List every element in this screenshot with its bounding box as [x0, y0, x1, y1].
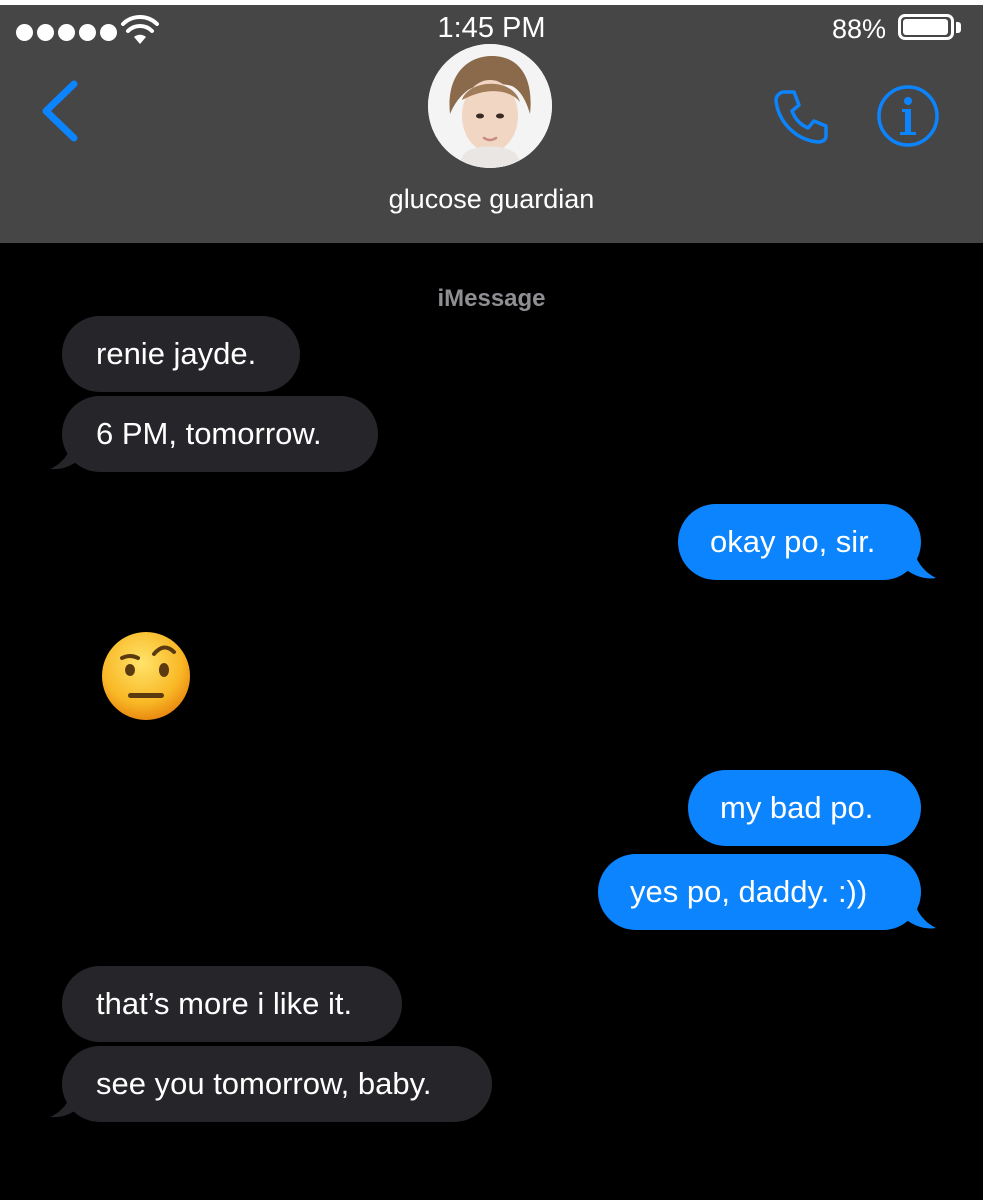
outgoing-message[interactable]: yes po, daddy. :)) — [598, 854, 921, 930]
back-chevron-icon[interactable] — [38, 80, 82, 142]
contact-avatar[interactable] — [428, 44, 552, 168]
incoming-message[interactable]: see you tomorrow, baby. — [62, 1046, 492, 1122]
outgoing-message[interactable]: my bad po. — [688, 770, 921, 846]
service-label: iMessage — [437, 285, 546, 312]
face-with-raised-eyebrow-icon[interactable] — [100, 630, 192, 722]
contact-name[interactable]: glucose guardian — [0, 184, 983, 215]
incoming-message[interactable]: that’s more i like it. — [62, 966, 402, 1042]
incoming-message[interactable]: 6 PM, tomorrow. — [62, 396, 378, 472]
incoming-message[interactable]: renie jayde. — [62, 316, 300, 392]
battery-percent: 88% — [832, 14, 887, 44]
info-icon[interactable] — [876, 84, 940, 148]
battery-icon — [898, 14, 954, 40]
battery-nub — [956, 22, 961, 33]
avatar-portrait — [428, 44, 552, 168]
phone-icon[interactable] — [770, 84, 834, 148]
outgoing-message[interactable]: okay po, sir. — [678, 504, 921, 580]
